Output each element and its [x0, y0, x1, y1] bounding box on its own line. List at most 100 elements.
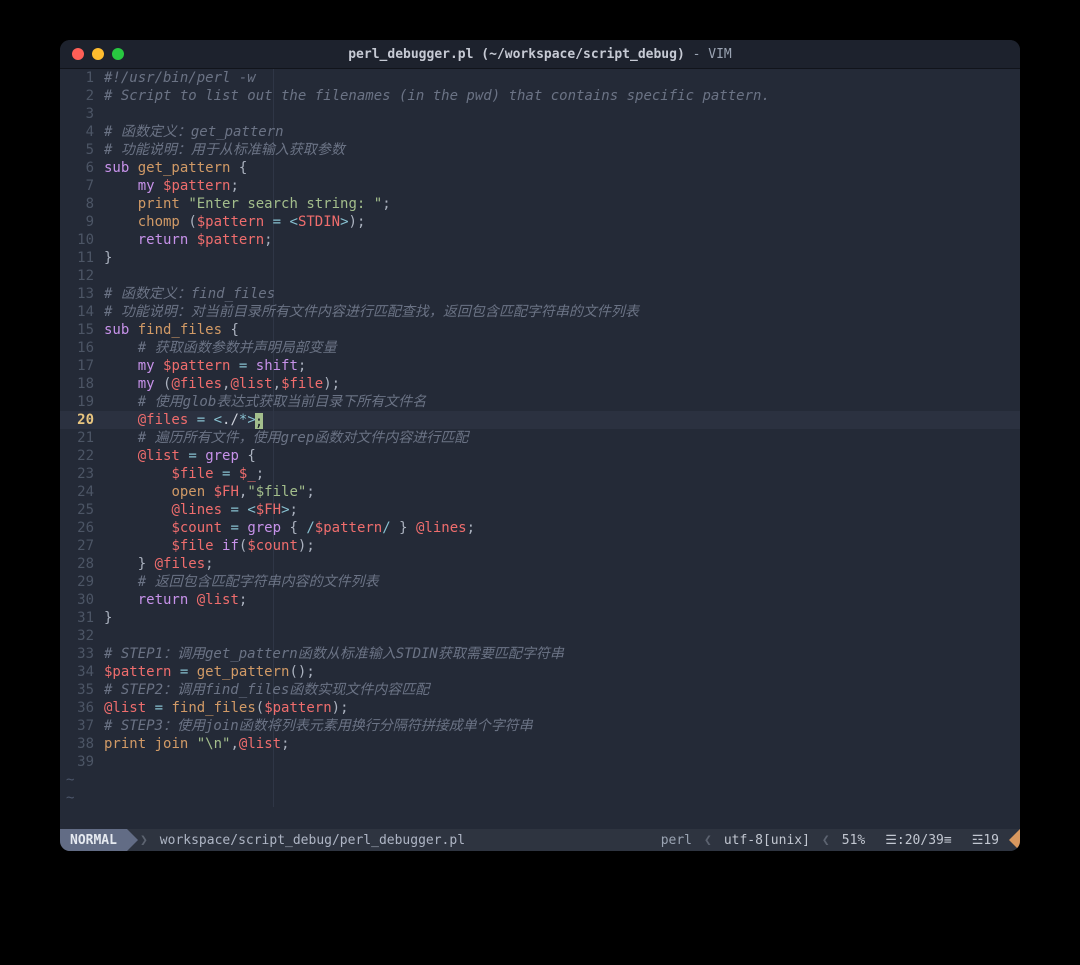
close-icon[interactable] [72, 48, 84, 60]
token [104, 520, 171, 536]
code-line[interactable]: 25 @lines = <$FH>; [60, 501, 1020, 519]
code-line[interactable]: 19 # 使用glob表达式获取当前目录下所有文件名 [60, 393, 1020, 411]
code-content[interactable] [102, 753, 1020, 771]
code-content[interactable] [102, 627, 1020, 645]
code-line[interactable]: 12 [60, 267, 1020, 285]
code-line[interactable]: 36@list = find_files($pattern); [60, 699, 1020, 717]
code-line[interactable]: 10 return $pattern; [60, 231, 1020, 249]
trailing-icon: ≡ [944, 833, 952, 848]
code-content[interactable]: # Script to list out the filenames (in t… [102, 87, 1020, 105]
token [391, 520, 399, 536]
code-line[interactable]: 23 $file = $_; [60, 465, 1020, 483]
code-line[interactable]: 1#!/usr/bin/perl -w [60, 69, 1020, 87]
code-content[interactable]: # 功能说明：对当前目录所有文件内容进行匹配查找，返回包含匹配字符串的文件列表 [102, 303, 1020, 321]
code-content[interactable]: } @files; [102, 555, 1020, 573]
code-line[interactable]: 35# STEP2：调用find_files函数实现文件内容匹配 [60, 681, 1020, 699]
code-content[interactable]: $file = $_; [102, 465, 1020, 483]
code-content[interactable]: return $pattern; [102, 231, 1020, 249]
code-line[interactable]: 29 # 返回包含匹配字符串内容的文件列表 [60, 573, 1020, 591]
code-line[interactable]: 13# 函数定义：find_files [60, 285, 1020, 303]
token: $file [171, 538, 213, 554]
code-line[interactable]: 9 chomp ($pattern = <STDIN>); [60, 213, 1020, 231]
code-content[interactable]: my $pattern; [102, 177, 1020, 195]
code-content[interactable]: return @list; [102, 591, 1020, 609]
token: $pattern [315, 520, 382, 536]
code-line[interactable]: 33# STEP1：调用get_pattern函数从标准输入STDIN获取需要匹… [60, 645, 1020, 663]
code-line[interactable]: 38print join "\n",@list; [60, 735, 1020, 753]
token: $file [171, 466, 213, 482]
code-line[interactable]: 18 my (@files,@list,$file); [60, 375, 1020, 393]
code-line[interactable]: 28 } @files; [60, 555, 1020, 573]
line-number: 27 [60, 537, 102, 555]
code-line[interactable]: 32 [60, 627, 1020, 645]
code-content[interactable]: # STEP2：调用find_files函数实现文件内容匹配 [102, 681, 1020, 699]
code-content[interactable]: chomp ($pattern = <STDIN>); [102, 213, 1020, 231]
code-line[interactable]: 16 # 获取函数参数并声明局部变量 [60, 339, 1020, 357]
token: ; [306, 664, 314, 680]
token [104, 430, 138, 446]
code-content[interactable]: print join "\n",@list; [102, 735, 1020, 753]
code-content[interactable]: # 获取函数参数并声明局部变量 [102, 339, 1020, 357]
code-line[interactable]: 31} [60, 609, 1020, 627]
code-content[interactable]: # 函数定义：find_files [102, 285, 1020, 303]
token: @list [104, 700, 146, 716]
code-content[interactable]: @files = <./*>; [102, 411, 1020, 429]
code-content[interactable]: @lines = <$FH>; [102, 501, 1020, 519]
code-line[interactable]: 4# 函数定义：get_pattern [60, 123, 1020, 141]
code-content[interactable]: } [102, 249, 1020, 267]
code-line[interactable]: 26 $count = grep { /$pattern/ } @lines; [60, 519, 1020, 537]
traffic-lights [72, 48, 124, 60]
editor-viewport[interactable]: 1#!/usr/bin/perl -w2# Script to list out… [60, 69, 1020, 829]
zoom-icon[interactable] [112, 48, 124, 60]
code-line[interactable]: 34$pattern = get_pattern(); [60, 663, 1020, 681]
code-line[interactable]: 15sub find_files { [60, 321, 1020, 339]
code-content[interactable]: # STEP1：调用get_pattern函数从标准输入STDIN获取需要匹配字… [102, 645, 1020, 663]
code-content[interactable]: @list = find_files($pattern); [102, 699, 1020, 717]
code-content[interactable]: open $FH,"$file"; [102, 483, 1020, 501]
code-content[interactable]: @list = grep { [102, 447, 1020, 465]
code-content[interactable]: #!/usr/bin/perl -w [102, 69, 1020, 87]
code-content[interactable]: sub find_files { [102, 321, 1020, 339]
code-content[interactable]: # 遍历所有文件，使用grep函数对文件内容进行匹配 [102, 429, 1020, 447]
code-content[interactable]: # 函数定义：get_pattern [102, 123, 1020, 141]
code-content[interactable]: sub get_pattern { [102, 159, 1020, 177]
code-line[interactable]: 11} [60, 249, 1020, 267]
code-content[interactable]: $count = grep { /$pattern/ } @lines; [102, 519, 1020, 537]
code-line[interactable]: 17 my $pattern = shift; [60, 357, 1020, 375]
code-line[interactable]: 8 print "Enter search string: "; [60, 195, 1020, 213]
code-content[interactable]: # 返回包含匹配字符串内容的文件列表 [102, 573, 1020, 591]
code-line[interactable]: 5# 功能说明：用于从标准输入获取参数 [60, 141, 1020, 159]
code-content[interactable]: my (@files,@list,$file); [102, 375, 1020, 393]
code-line[interactable]: 39 [60, 753, 1020, 771]
code-content[interactable]: $pattern = get_pattern(); [102, 663, 1020, 681]
code-line[interactable]: 14# 功能说明：对当前目录所有文件内容进行匹配查找，返回包含匹配字符串的文件列… [60, 303, 1020, 321]
code-content[interactable]: my $pattern = shift; [102, 357, 1020, 375]
window-title-suffix: - VIM [685, 47, 732, 62]
code-line[interactable]: 2# Script to list out the filenames (in … [60, 87, 1020, 105]
code-content[interactable] [102, 105, 1020, 123]
code-line[interactable]: 27 $file if($count); [60, 537, 1020, 555]
code-line[interactable]: 37# STEP3：使用join函数将列表元素用换行分隔符拼接成单个字符串 [60, 717, 1020, 735]
code-line[interactable]: 3 [60, 105, 1020, 123]
code-content[interactable]: # 使用glob表达式获取当前目录下所有文件名 [102, 393, 1020, 411]
code-line[interactable]: 7 my $pattern; [60, 177, 1020, 195]
token: $count [247, 538, 298, 554]
code-line[interactable]: 30 return @list; [60, 591, 1020, 609]
code-content[interactable]: # STEP3：使用join函数将列表元素用换行分隔符拼接成单个字符串 [102, 717, 1020, 735]
code-content[interactable]: print "Enter search string: "; [102, 195, 1020, 213]
code-content[interactable] [102, 267, 1020, 285]
token [104, 574, 138, 590]
code-content[interactable]: $file if($count); [102, 537, 1020, 555]
code-line[interactable]: 21 # 遍历所有文件，使用grep函数对文件内容进行匹配 [60, 429, 1020, 447]
minimize-icon[interactable] [92, 48, 104, 60]
token: ; [340, 700, 348, 716]
code-content[interactable]: # 功能说明：用于从标准输入获取参数 [102, 141, 1020, 159]
code-content[interactable]: } [102, 609, 1020, 627]
code-line[interactable]: 20 @files = <./*>; [60, 411, 1020, 429]
code-line[interactable]: 6sub get_pattern { [60, 159, 1020, 177]
code-line[interactable]: 24 open $FH,"$file"; [60, 483, 1020, 501]
code-line[interactable]: 22 @list = grep { [60, 447, 1020, 465]
token [408, 520, 416, 536]
lineinfo-icon: ☰ [885, 833, 897, 848]
token: < [290, 214, 298, 230]
